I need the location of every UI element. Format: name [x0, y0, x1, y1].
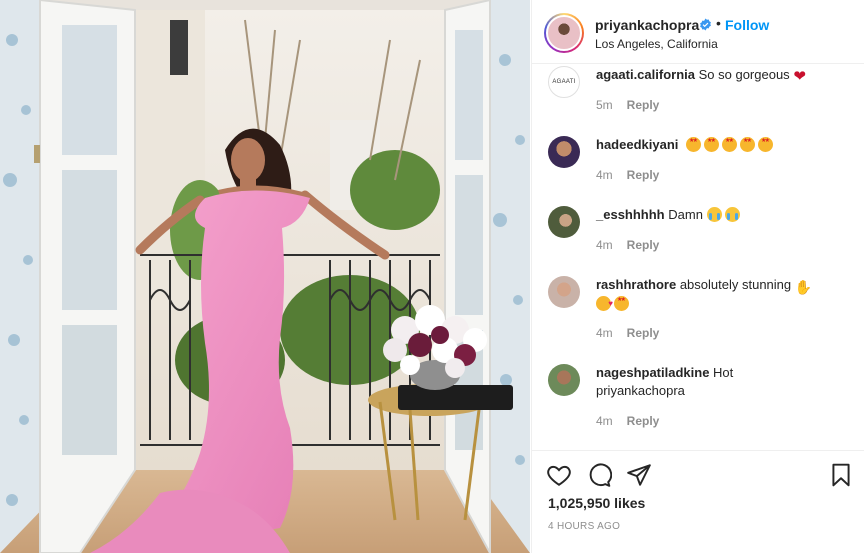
avatar-logo-text: AGAATI	[552, 79, 576, 85]
comment-text: _esshhhhh Damn	[596, 206, 846, 224]
comment-time: 4m	[596, 238, 613, 252]
heart-outline-icon[interactable]	[546, 462, 572, 488]
commenter-username[interactable]: rashhrathore	[596, 277, 676, 292]
comments-list[interactable]: AGAATI agaati.california So so gorgeous …	[532, 64, 864, 450]
comment-time: 5m	[596, 98, 613, 112]
post-location[interactable]: Los Angeles, California	[595, 37, 718, 51]
comment-body: Hot	[713, 365, 734, 380]
crying-emoji-icon	[706, 207, 722, 222]
photo-illustration	[0, 0, 530, 553]
follow-button[interactable]: Follow	[725, 17, 769, 33]
comment-time: 4m	[596, 168, 613, 182]
reply-button[interactable]: Reply	[627, 168, 660, 182]
comment-meta: 4m Reply	[596, 414, 659, 428]
commenter-username[interactable]: _esshhhhh	[596, 207, 665, 222]
star-eyes-emoji-row	[686, 137, 776, 152]
comment-text: agaati.california So so gorgeous ❤	[596, 66, 846, 86]
verified-badge-icon	[700, 18, 711, 31]
comment-meta: 4m Reply	[596, 238, 659, 252]
star-eyes-emoji-icon	[722, 137, 737, 152]
post-timestamp[interactable]: 4 HOURS AGO	[548, 521, 620, 532]
header-separator: •	[716, 15, 721, 31]
paper-plane-icon[interactable]	[626, 462, 652, 488]
star-eyes-emoji-icon	[686, 137, 701, 152]
comment-meta: 4m Reply	[596, 168, 659, 182]
star-eyes-emoji-icon	[758, 137, 773, 152]
commenter-avatar[interactable]	[548, 364, 580, 396]
bookmark-icon[interactable]	[828, 462, 854, 488]
comment-body: absolutely stunning	[679, 277, 792, 292]
commenter-avatar[interactable]	[548, 206, 580, 238]
comment-time: 4m	[596, 414, 613, 428]
comment-text: hadeedkiyani	[596, 136, 846, 154]
comment-meta: 4m Reply	[596, 326, 659, 340]
comment-body: Damn	[668, 207, 703, 222]
author-avatar[interactable]	[544, 13, 584, 53]
comment-time: 4m	[596, 326, 613, 340]
kissing-emoji-icon	[596, 295, 613, 313]
crying-emoji-icon	[724, 207, 740, 222]
post-actions: 1,025,950 likes 4 HOURS AGO	[532, 450, 864, 553]
likes-count[interactable]: 1,025,950 likes	[548, 495, 645, 511]
commenter-avatar[interactable]	[548, 276, 580, 308]
commenter-avatar[interactable]: AGAATI	[548, 66, 580, 98]
comment-text: nageshpatiladkine Hot priyankachopra	[596, 364, 846, 400]
comment-text: rashhrathore absolutely stunning ✋	[596, 276, 846, 313]
reply-button[interactable]: Reply	[627, 326, 660, 340]
post-side-panel: priyankachopra • Follow Los Angeles, Cal…	[531, 0, 864, 553]
commenter-avatar[interactable]	[548, 136, 580, 168]
commenter-username[interactable]: agaati.california	[596, 67, 695, 82]
reply-button[interactable]: Reply	[627, 414, 660, 428]
star-eyes-emoji-icon	[614, 296, 629, 311]
commenter-username[interactable]: hadeedkiyani	[596, 137, 678, 152]
commenter-username[interactable]: nageshpatiladkine	[596, 365, 709, 380]
post-photo[interactable]	[0, 0, 530, 553]
comment-mention[interactable]: priyankachopra	[596, 383, 685, 398]
broken-heart-emoji-icon: ❤	[793, 68, 806, 85]
star-eyes-emoji-icon	[740, 137, 755, 152]
author-username[interactable]: priyankachopra	[595, 17, 699, 33]
clapping-emoji-icon: ✋	[794, 279, 813, 295]
speech-bubble-icon[interactable]	[586, 462, 612, 488]
comment-meta: 5m Reply	[596, 98, 659, 112]
comment-body: So so gorgeous	[698, 67, 790, 82]
reply-button[interactable]: Reply	[627, 238, 660, 252]
post-header: priyankachopra • Follow Los Angeles, Cal…	[532, 0, 864, 64]
star-eyes-emoji-icon	[704, 137, 719, 152]
reply-button[interactable]: Reply	[627, 98, 660, 112]
